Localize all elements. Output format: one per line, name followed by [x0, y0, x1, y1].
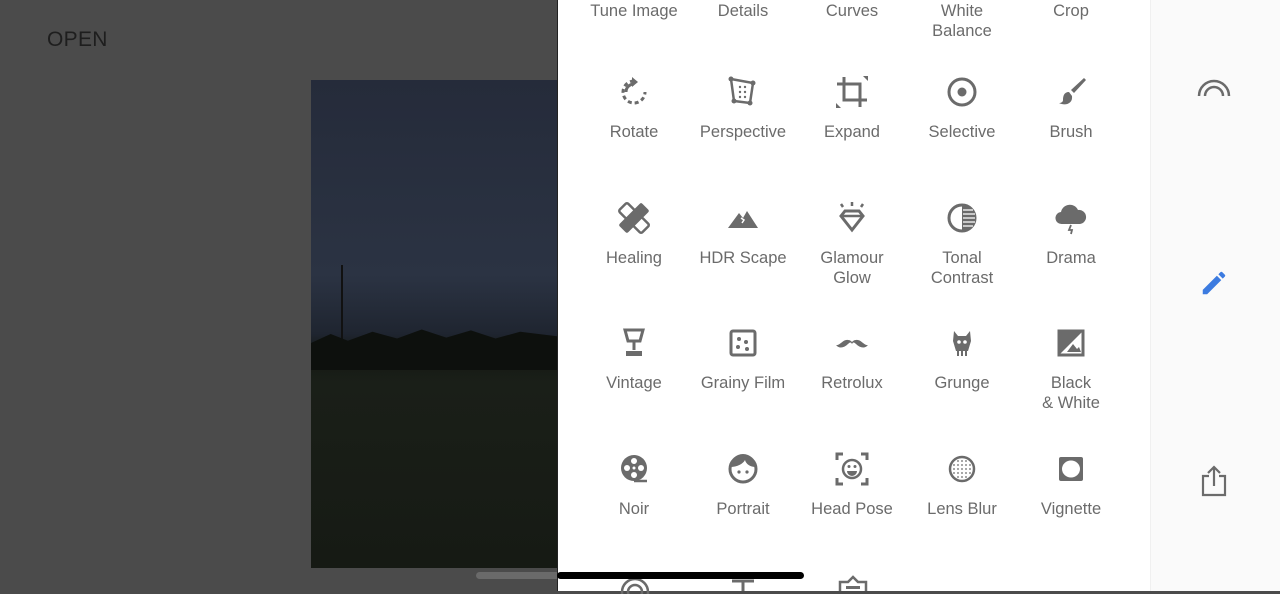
tool-hdr-scape[interactable]: HDR Scape — [688, 200, 798, 268]
home-indicator — [557, 572, 804, 579]
tool-label: Black & White — [1042, 374, 1100, 412]
tool-label: Noir — [618, 499, 650, 518]
tool-vintage[interactable]: Vintage — [579, 325, 689, 393]
tool-label: Perspective — [699, 123, 787, 141]
expand-icon — [836, 76, 868, 108]
tool-white-balance[interactable]: White Balance — [907, 1, 1017, 41]
diamond-icon — [839, 201, 865, 232]
mustache-icon — [836, 339, 868, 348]
tool-label: Vignette — [1040, 499, 1102, 518]
tool-noir[interactable]: Noir — [579, 451, 689, 519]
tool-label: Healing — [606, 248, 662, 267]
tool-label: Rotate — [609, 123, 659, 141]
open-button[interactable]: OPEN — [47, 28, 108, 52]
tool-grunge[interactable]: Grunge — [907, 325, 1017, 393]
tool-label: Portrait — [716, 499, 770, 518]
tool-label: Grunge — [934, 374, 990, 392]
lens-blur-icon — [948, 455, 976, 482]
tool-label: HDR Scape — [699, 248, 787, 267]
tool-label: Brush — [1049, 123, 1093, 141]
tool-healing[interactable]: Healing — [579, 200, 689, 268]
tool-grainy-film[interactable]: Grainy Film — [688, 325, 798, 393]
tool-label: Selective — [928, 123, 996, 141]
tool-label: Vintage — [606, 374, 662, 392]
tools-pencil-icon[interactable] — [1199, 268, 1229, 298]
tool-label: Drama — [1046, 248, 1096, 267]
face-icon — [728, 453, 758, 483]
tool-brush[interactable]: Brush — [1016, 74, 1126, 142]
rotate-icon — [621, 77, 647, 105]
home-indicator-shadow — [476, 572, 566, 579]
text-icon[interactable] — [727, 578, 759, 591]
perspective-icon — [728, 76, 756, 106]
grunge-icon — [953, 331, 971, 356]
tonal-contrast-icon — [947, 203, 977, 232]
selective-icon — [947, 77, 977, 107]
tool-vignette[interactable]: Vignette — [1016, 451, 1126, 519]
black-white-icon — [1057, 329, 1085, 357]
lamp-icon — [623, 328, 645, 356]
tool-head-pose[interactable]: Head Pose — [797, 451, 907, 519]
storm-cloud-icon — [1055, 204, 1087, 234]
tool-lens-blur[interactable]: Lens Blur — [907, 451, 1017, 519]
tool-label: Retrolux — [821, 374, 883, 392]
tool-tune-image[interactable]: Tune Image — [579, 1, 689, 21]
tool-portrait[interactable]: Portrait — [688, 451, 798, 519]
healing-icon — [618, 201, 650, 234]
image-area: OPEN — [0, 0, 557, 591]
mountain-icon — [728, 210, 758, 228]
photo-preview — [311, 80, 557, 568]
tool-label: Lens Blur — [927, 499, 997, 518]
tool-curves[interactable]: Curves — [797, 1, 907, 21]
tool-tonal-contrast[interactable]: Tonal Contrast — [907, 200, 1017, 288]
tool-perspective[interactable]: Perspective — [688, 74, 798, 142]
tool-retrolux[interactable]: Retrolux — [797, 325, 907, 393]
tool-expand[interactable]: Expand — [797, 74, 907, 142]
tool-glamour-glow[interactable]: Glamour Glow — [797, 200, 907, 288]
grain-icon — [729, 329, 757, 357]
tool-label: Tonal Contrast — [930, 248, 994, 287]
tool-details[interactable]: Details — [688, 1, 798, 21]
styles-icon[interactable] — [1196, 74, 1232, 100]
tool-crop[interactable]: Crop — [1016, 1, 1126, 21]
tool-rotate[interactable]: Rotate — [579, 74, 689, 142]
tool-label: Head Pose — [811, 499, 893, 518]
tool-black-white[interactable]: Black & White — [1016, 325, 1126, 413]
brush-icon — [1059, 78, 1086, 105]
tool-selective[interactable]: Selective — [907, 74, 1017, 142]
frame-icon[interactable] — [835, 574, 871, 591]
tool-drama[interactable]: Drama — [1016, 200, 1126, 268]
export-share-icon[interactable] — [1200, 464, 1228, 498]
vignette-icon — [1059, 456, 1083, 481]
head-pose-icon — [835, 452, 869, 485]
tool-label: Expand — [824, 123, 880, 141]
film-reel-icon — [621, 454, 647, 482]
tool-label: Grainy Film — [700, 374, 786, 392]
tool-label: Glamour Glow — [820, 248, 884, 287]
